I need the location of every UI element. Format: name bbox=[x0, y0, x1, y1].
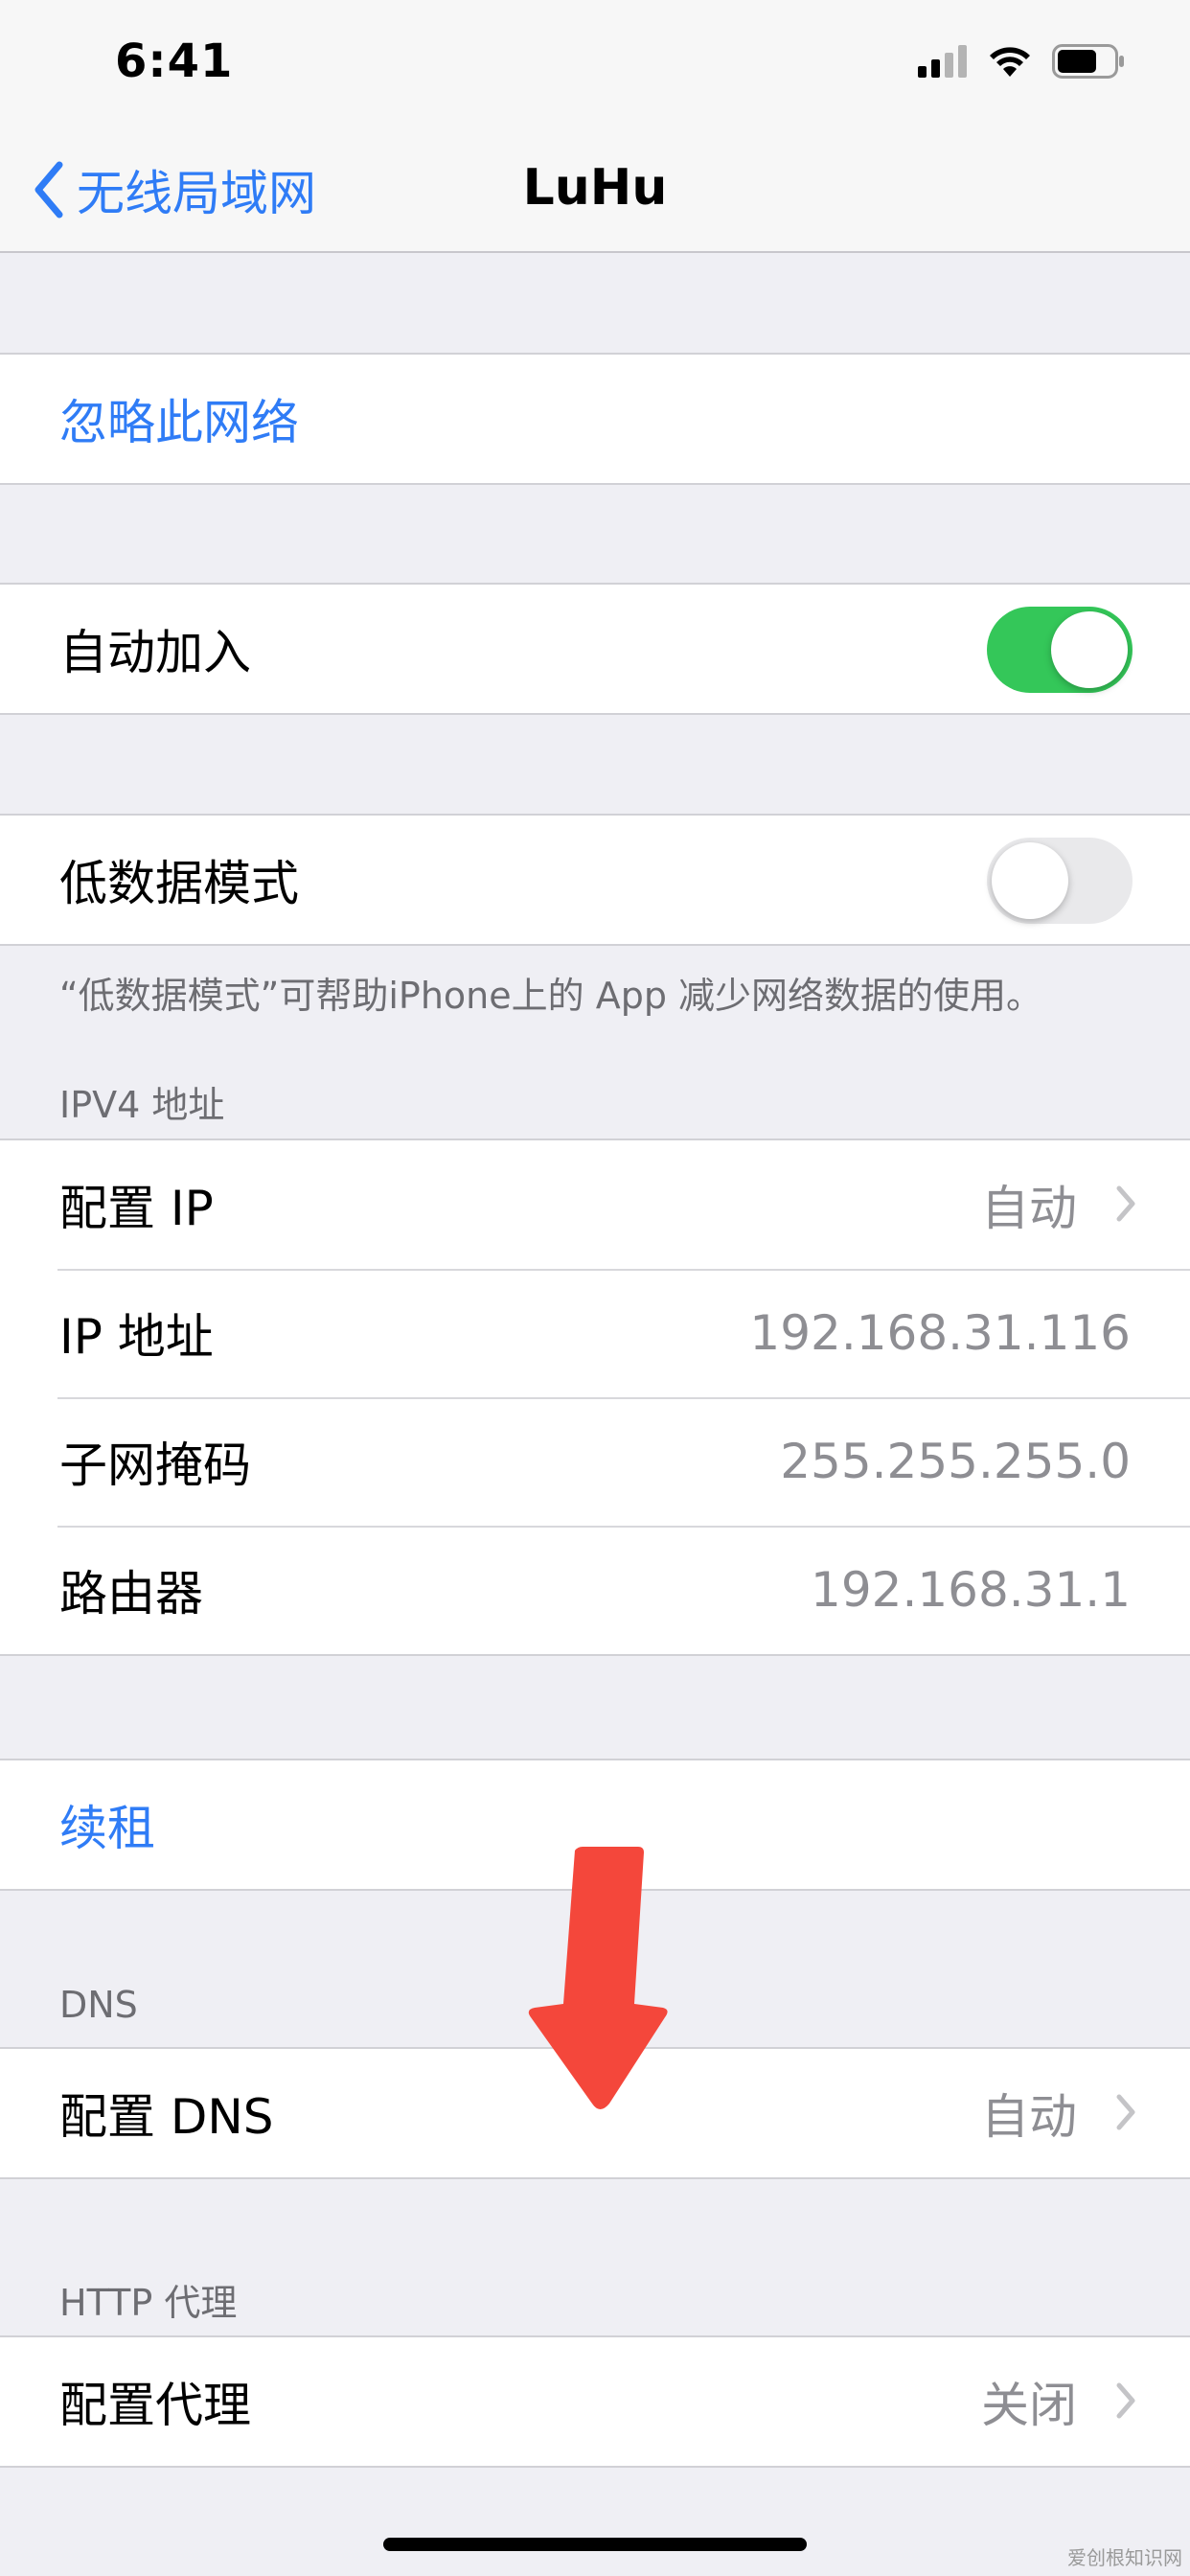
configure-proxy-row[interactable]: 配置代理 关闭 bbox=[0, 2337, 1190, 2466]
forget-network-row[interactable]: 忽略此网络 bbox=[0, 355, 1190, 483]
page-title: LuHu bbox=[522, 159, 668, 217]
ip-address-value: 192.168.31.116 bbox=[749, 1305, 1131, 1361]
low-data-mode-row: 低数据模式 bbox=[0, 816, 1190, 944]
configure-dns-value: 自动 bbox=[981, 2089, 1077, 2145]
status-time: 6:41 bbox=[115, 34, 234, 88]
configure-proxy-value: 关闭 bbox=[981, 2378, 1077, 2433]
configure-dns-label: 配置 DNS bbox=[59, 2089, 274, 2145]
low-data-mode-note: “低数据模式”可帮助iPhone上的 App 减少网络数据的使用。 bbox=[59, 975, 1043, 1017]
forget-network-button[interactable]: 忽略此网络 bbox=[59, 384, 299, 453]
router-value: 192.168.31.1 bbox=[811, 1562, 1131, 1618]
configure-ip-row[interactable]: 配置 IP 自动 bbox=[0, 1140, 1190, 1269]
renew-lease-button[interactable]: 续租 bbox=[59, 1790, 155, 1859]
subnet-mask-row: 子网掩码 255.255.255.0 bbox=[0, 1397, 1190, 1526]
low-data-mode-label: 低数据模式 bbox=[59, 856, 299, 911]
red-arrow-annotation-icon bbox=[528, 1847, 668, 2109]
router-row: 路由器 192.168.31.1 bbox=[0, 1526, 1190, 1654]
auto-join-label: 自动加入 bbox=[59, 625, 251, 680]
group-ipv4: 配置 IP 自动 IP 地址 192.168.31.116 子网掩码 255.2… bbox=[0, 1138, 1190, 1656]
group-low-data-mode: 低数据模式 bbox=[0, 814, 1190, 946]
group-http-proxy: 配置代理 关闭 bbox=[0, 2335, 1190, 2468]
configure-ip-value: 自动 bbox=[981, 1181, 1077, 1236]
ip-address-label: IP 地址 bbox=[59, 1309, 214, 1365]
subnet-mask-value: 255.255.255.0 bbox=[780, 1434, 1131, 1489]
chevron-right-icon bbox=[1116, 2382, 1135, 2419]
wifi-icon bbox=[990, 47, 1030, 77]
subnet-mask-label: 子网掩码 bbox=[59, 1438, 251, 1493]
toggle-knob bbox=[992, 842, 1068, 919]
ip-address-row: IP 地址 192.168.31.116 bbox=[0, 1269, 1190, 1397]
dns-section-header: DNS bbox=[59, 1984, 138, 2026]
group-auto-join: 自动加入 bbox=[0, 583, 1190, 715]
battery-icon bbox=[1052, 44, 1124, 79]
low-data-mode-toggle[interactable] bbox=[987, 838, 1133, 924]
status-icons bbox=[918, 44, 1125, 79]
home-indicator[interactable] bbox=[383, 2538, 807, 2551]
status-bar: 6:41 bbox=[0, 0, 1190, 126]
watermark-text: 爱创根知识网 bbox=[1067, 2546, 1182, 2569]
navigation-bar: 无线局域网 LuHu bbox=[0, 126, 1190, 253]
configure-proxy-label: 配置代理 bbox=[59, 2378, 251, 2433]
ipv4-section-header: IPV4 地址 bbox=[59, 1084, 225, 1126]
chevron-right-icon bbox=[1116, 2094, 1135, 2130]
auto-join-row: 自动加入 bbox=[0, 585, 1190, 713]
auto-join-toggle[interactable] bbox=[987, 607, 1133, 693]
router-label: 路由器 bbox=[59, 1566, 203, 1622]
http-proxy-section-header: HTTP 代理 bbox=[59, 2282, 238, 2324]
configure-ip-label: 配置 IP bbox=[59, 1181, 214, 1236]
chevron-right-icon bbox=[1116, 1185, 1135, 1222]
cellular-signal-icon bbox=[918, 45, 967, 78]
group-forget-network: 忽略此网络 bbox=[0, 353, 1190, 485]
toggle-knob bbox=[1051, 611, 1128, 688]
